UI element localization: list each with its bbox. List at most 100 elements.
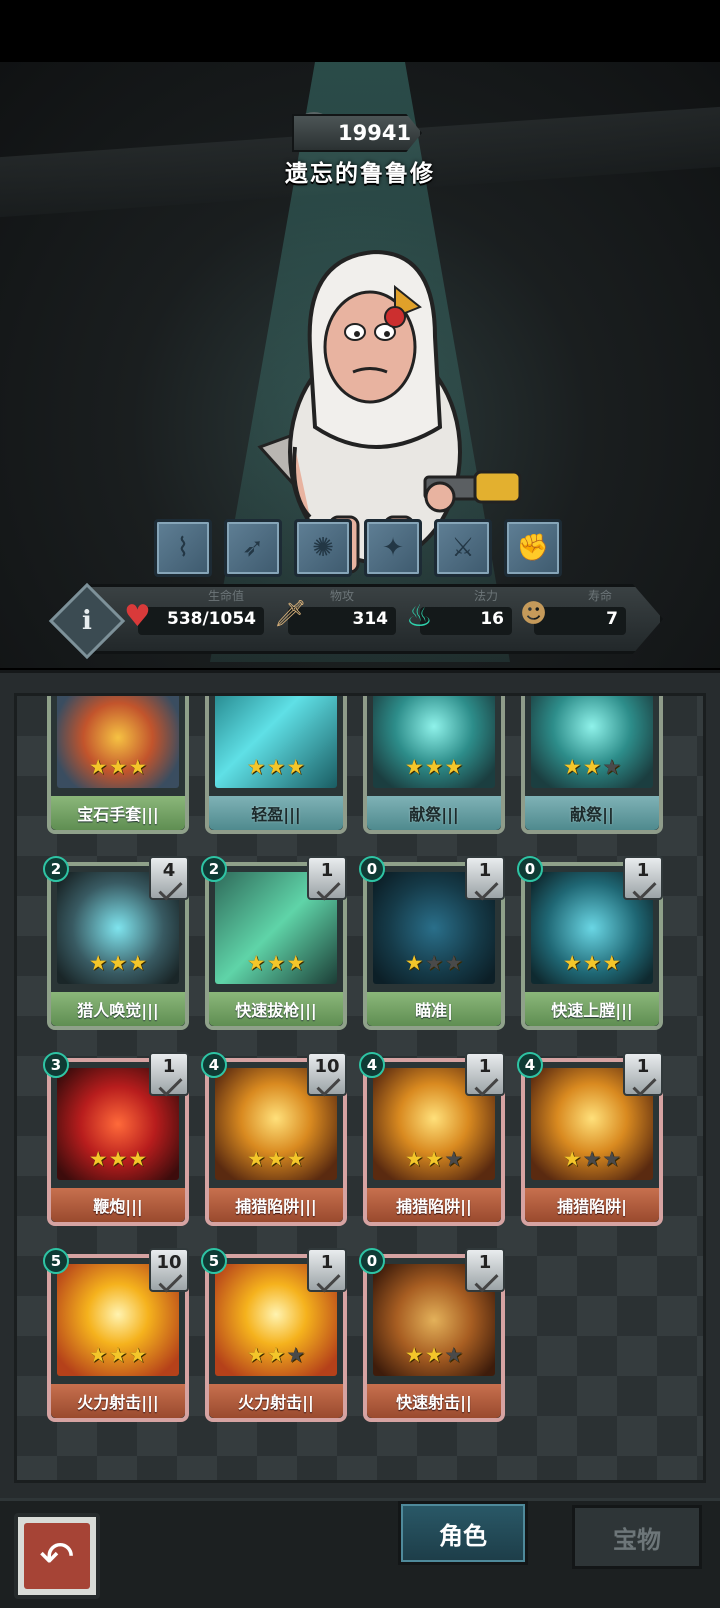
back-button[interactable]: ↶: [14, 1513, 100, 1599]
card-item[interactable]: ★ ★ ★ 鞭炮||| 3 1: [43, 1052, 189, 1226]
card-cost-badge: 5: [43, 1248, 69, 1274]
card-stars: ★ ★ ★: [367, 952, 501, 974]
star-filled-icon: ★: [602, 951, 622, 975]
score-badge: 19941: [292, 114, 422, 152]
star-filled-icon: ★: [128, 1147, 148, 1171]
card-stars: ★ ★ ★: [51, 1344, 185, 1366]
skill-slot-broom[interactable]: ⌇: [154, 519, 212, 577]
star-filled-icon: ★: [88, 951, 108, 975]
star-filled-icon: ★: [582, 755, 602, 779]
card-stars: ★ ★ ★: [209, 952, 343, 974]
card-name: 瞄准|: [367, 992, 501, 1026]
swords-icon: ⚔: [451, 533, 475, 563]
card-item[interactable]: ★ ★ ★ 宝石手套|||: [47, 696, 189, 834]
card-item[interactable]: ★ ★ ★ 火力射击||| 5 10: [43, 1248, 189, 1422]
card-name: 鞭炮|||: [51, 1188, 185, 1222]
card-grid[interactable]: ★ ★ ★ 宝石手套||| ★ ★ ★ 轻盈||| ★ ★ ★ 献祭||| ★ ★ ★ 献祭|| ★ ★ ★ 猎人唤觉…: [14, 693, 706, 1483]
card-stars: ★ ★ ★: [209, 756, 343, 778]
star-filled-icon: ★: [88, 1343, 108, 1367]
star-filled-icon: ★: [404, 1147, 424, 1171]
card-stars: ★ ★ ★: [367, 1148, 501, 1170]
card-cost-badge: 0: [359, 856, 385, 882]
star-filled-icon: ★: [108, 1147, 128, 1171]
card-name: 快速拔枪|||: [209, 992, 343, 1026]
star-empty-icon: ★: [582, 1147, 602, 1171]
card-item[interactable]: ★ ★ ★ 捕猎陷阱|| 4 1: [359, 1052, 505, 1226]
heart-icon: ♥: [124, 599, 151, 634]
card-cost-badge: 5: [201, 1248, 227, 1274]
star-filled-icon: ★: [266, 1147, 286, 1171]
card-count-badge: 1: [465, 856, 505, 900]
card-name: 快速射击||: [367, 1384, 501, 1418]
card-cost-badge: 4: [201, 1052, 227, 1078]
skill-bar: ⌇ ➶ ✺ ✦ ⚔ ✊: [154, 519, 562, 577]
star-filled-icon: ★: [88, 755, 108, 779]
glove-icon: ✊: [516, 533, 550, 563]
star-filled-icon: ★: [266, 1343, 286, 1367]
star-filled-icon: ★: [108, 951, 128, 975]
card-item[interactable]: ★ ★ ★ 快速上膛||| 0 1: [517, 856, 663, 1030]
star-filled-icon: ★: [404, 1343, 424, 1367]
star-filled-icon: ★: [424, 755, 444, 779]
star-empty-icon: ★: [602, 755, 622, 779]
tab-treasure[interactable]: 宝物: [572, 1505, 702, 1569]
card-cost-badge: 2: [201, 856, 227, 882]
star-filled-icon: ★: [404, 755, 424, 779]
card-name: 捕猎陷阱|||: [209, 1188, 343, 1222]
card-stars: ★ ★ ★: [367, 756, 501, 778]
star-filled-icon: ★: [582, 951, 602, 975]
character-name: 遗忘的鲁鲁修: [285, 161, 435, 187]
stat-attack-label: 物攻: [330, 589, 355, 603]
card-item[interactable]: ★ ★ ★ 献祭||: [521, 696, 663, 834]
card-item[interactable]: ★ ★ ★ 轻盈|||: [205, 696, 347, 834]
skill-slot-bomb[interactable]: ✦: [364, 519, 422, 577]
card-count-badge: 1: [465, 1248, 505, 1292]
tab-character[interactable]: 角色: [398, 1501, 528, 1565]
flame-icon: ♨: [406, 599, 433, 634]
card-item[interactable]: ★ ★ ★ 捕猎陷阱||| 4 10: [201, 1052, 347, 1226]
card-count-badge: 10: [149, 1248, 189, 1292]
card-stars: ★ ★ ★: [525, 1148, 659, 1170]
card-name: 快速上膛|||: [525, 992, 659, 1026]
broom-icon: ⌇: [176, 533, 190, 563]
bow-icon: ➶: [242, 533, 264, 563]
stat-attack: 物攻 🗡 314: [274, 589, 396, 635]
star-filled-icon: ★: [562, 1147, 582, 1171]
card-cost-badge: 0: [517, 856, 543, 882]
card-count-badge: 1: [623, 1052, 663, 1096]
stat-lives-value: 7: [606, 609, 618, 629]
star-filled-icon: ★: [286, 951, 306, 975]
skill-slot-glove[interactable]: ✊: [504, 519, 562, 577]
card-item[interactable]: ★ ★ ★ 火力射击|| 5 1: [201, 1248, 347, 1422]
card-stars: ★ ★ ★: [209, 1148, 343, 1170]
star-filled-icon: ★: [424, 1147, 444, 1171]
card-name: 猎人唤觉|||: [51, 992, 185, 1026]
rock-icon: ✺: [312, 533, 334, 563]
skill-slot-bow[interactable]: ➶: [224, 519, 282, 577]
card-stars: ★ ★ ★: [525, 952, 659, 974]
skill-slot-swords[interactable]: ⚔: [434, 519, 492, 577]
star-filled-icon: ★: [108, 1343, 128, 1367]
helmet-icon: ☻: [520, 599, 548, 629]
card-item[interactable]: ★ ★ ★ 快速拔枪||| 2 1: [201, 856, 347, 1030]
star-empty-icon: ★: [444, 1343, 464, 1367]
star-empty-icon: ★: [444, 1147, 464, 1171]
card-item[interactable]: ★ ★ ★ 捕猎陷阱| 4 1: [517, 1052, 663, 1226]
card-item[interactable]: ★ ★ ★ 快速射击|| 0 1: [359, 1248, 505, 1422]
back-arrow-icon: ↶: [24, 1523, 90, 1589]
card-item[interactable]: ★ ★ ★ 献祭|||: [363, 696, 505, 834]
sword-icon: 🗡: [274, 599, 308, 629]
star-filled-icon: ★: [266, 951, 286, 975]
character-stage: 19941 遗忘的鲁鲁修 ⌇ ➶ ✺ ✦ ⚔ ✊ i 生命值 ♥ 538/105…: [0, 62, 720, 668]
card-item[interactable]: ★ ★ ★ 猎人唤觉||| 2 4: [43, 856, 189, 1030]
stat-health-label: 生命值: [208, 589, 245, 603]
star-filled-icon: ★: [266, 755, 286, 779]
card-name: 献祭|||: [367, 796, 501, 830]
skill-slot-rock[interactable]: ✺: [294, 519, 352, 577]
card-item[interactable]: ★ ★ ★ 瞄准| 0 1: [359, 856, 505, 1030]
card-stars: ★ ★ ★: [51, 952, 185, 974]
star-filled-icon: ★: [562, 951, 582, 975]
card-deck-panel: ★ ★ ★ 宝石手套||| ★ ★ ★ 轻盈||| ★ ★ ★ 献祭||| ★ ★ ★ 献祭|| ★ ★ ★ 猎人唤觉…: [0, 670, 720, 1498]
card-cost-badge: 3: [43, 1052, 69, 1078]
stat-lives: 寿命 ☻ 7: [520, 589, 626, 635]
